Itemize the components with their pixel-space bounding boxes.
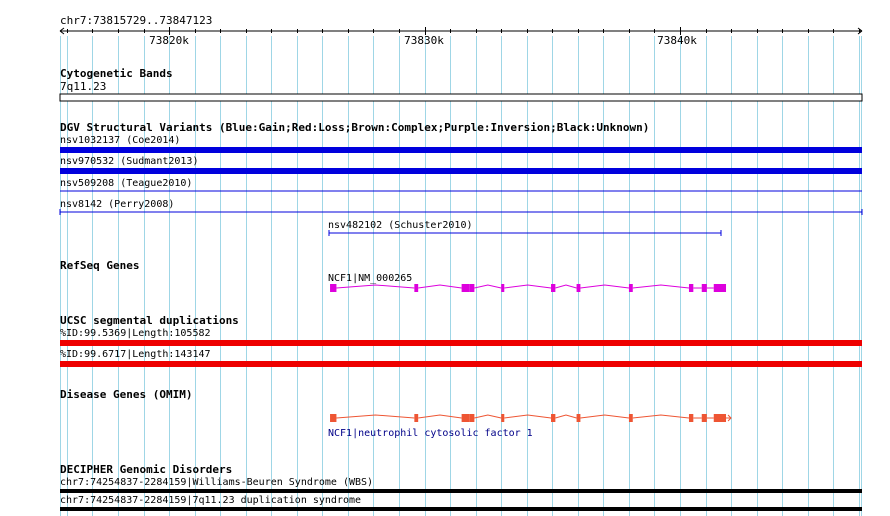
ruler-tick-label: 73820k (149, 34, 189, 47)
exon[interactable] (713, 414, 727, 422)
intron (474, 414, 502, 419)
exon[interactable] (469, 284, 475, 292)
cytoband-label: 7q11.23 (60, 80, 106, 93)
track-cytogenetic-bands[interactable]: Cytogenetic Bands 7q11.23 (59, 67, 863, 102)
exon[interactable] (551, 284, 556, 292)
variant-label: nsv482102 (Schuster2010) (328, 220, 473, 231)
variant-label: nsv970532 (Sudmant2013) (60, 156, 198, 167)
intron (580, 284, 630, 289)
exon[interactable] (551, 414, 556, 422)
exon[interactable] (576, 284, 581, 292)
disorder-feature[interactable] (60, 507, 862, 511)
disorder-feature[interactable] (60, 489, 862, 493)
segdup-feature[interactable] (60, 340, 862, 346)
exon[interactable] (461, 284, 470, 292)
exon[interactable] (330, 284, 337, 292)
exon[interactable] (469, 414, 475, 422)
track-disease-genes-omim[interactable]: Disease Genes (OMIM) NCF1|neutrophil cyt… (60, 388, 732, 439)
disorder-label: chr7:74254837-2284159|7q11.23 duplicatio… (60, 495, 361, 506)
disorder-label: chr7:74254837-2284159|Williams-Beuren Sy… (60, 477, 373, 488)
intron (555, 414, 577, 419)
exon[interactable] (461, 414, 470, 422)
track-segmental-duplications[interactable]: UCSC segmental duplications %ID:99.5369|… (60, 314, 862, 367)
track-decipher-genomic-disorders[interactable]: DECIPHER Genomic Disorders chr7:74254837… (60, 463, 862, 511)
track-title: RefSeq Genes (60, 259, 139, 272)
intron (474, 284, 502, 289)
ruler-tick-label: 73840k (657, 34, 697, 47)
variant-label: nsv1032137 (Coe2014) (60, 135, 180, 146)
track-title: DECIPHER Genomic Disorders (60, 463, 232, 476)
region-label: chr7:73815729..73847123 (60, 14, 212, 27)
track-refseq-genes[interactable]: RefSeq Genes NCF1|NM_000265 (60, 259, 727, 292)
exon[interactable] (414, 284, 419, 292)
exon[interactable] (628, 414, 633, 422)
strand-arrow-icon (726, 414, 732, 422)
exon[interactable] (688, 284, 694, 292)
refseq-gene-model[interactable] (330, 284, 727, 292)
segdup-label: %ID:99.5369|Length:105582 (60, 328, 211, 339)
track-title: Disease Genes (OMIM) (60, 388, 192, 401)
exon[interactable] (628, 284, 633, 292)
variant-label: nsv8142 (Perry2008) (60, 199, 174, 210)
track-title: DGV Structural Variants (Blue:Gain;Red:L… (60, 121, 649, 134)
track-dgv-structural-variants[interactable]: DGV Structural Variants (Blue:Gain;Red:L… (59, 121, 863, 236)
exon[interactable] (414, 414, 419, 422)
segdup-label: %ID:99.6717|Length:143147 (60, 349, 211, 360)
genome-browser-view[interactable]: chr7:73815729..73847123 73820k 73830k 73… (0, 0, 890, 516)
exon[interactable] (576, 414, 581, 422)
track-title: UCSC segmental duplications (60, 314, 239, 327)
intron (580, 414, 630, 419)
variant-feature[interactable] (60, 168, 862, 174)
exon[interactable] (330, 414, 337, 422)
intron (555, 284, 577, 289)
variant-label: nsv509208 (Teague2010) (60, 178, 192, 189)
exon[interactable] (713, 284, 727, 292)
exon[interactable] (701, 284, 707, 292)
intron (418, 414, 462, 419)
intron (418, 284, 462, 289)
track-title: Cytogenetic Bands (60, 67, 173, 80)
omim-gene-model[interactable] (330, 414, 732, 422)
exon[interactable] (501, 284, 505, 292)
exon[interactable] (701, 414, 707, 422)
exon[interactable] (688, 414, 694, 422)
exon[interactable] (501, 414, 505, 422)
segdup-feature[interactable] (60, 361, 862, 367)
variant-feature[interactable] (60, 147, 862, 153)
ruler-tick-label: 73830k (404, 34, 444, 47)
gene-label: NCF1|NM_000265 (328, 273, 412, 284)
gene-label: NCF1|neutrophil cytosolic factor 1 (328, 428, 533, 439)
coordinate-ruler[interactable]: chr7:73815729..73847123 73820k 73830k 73… (59, 14, 863, 47)
cytoband-bar[interactable] (59, 93, 863, 102)
grid-lines (60, 36, 862, 516)
